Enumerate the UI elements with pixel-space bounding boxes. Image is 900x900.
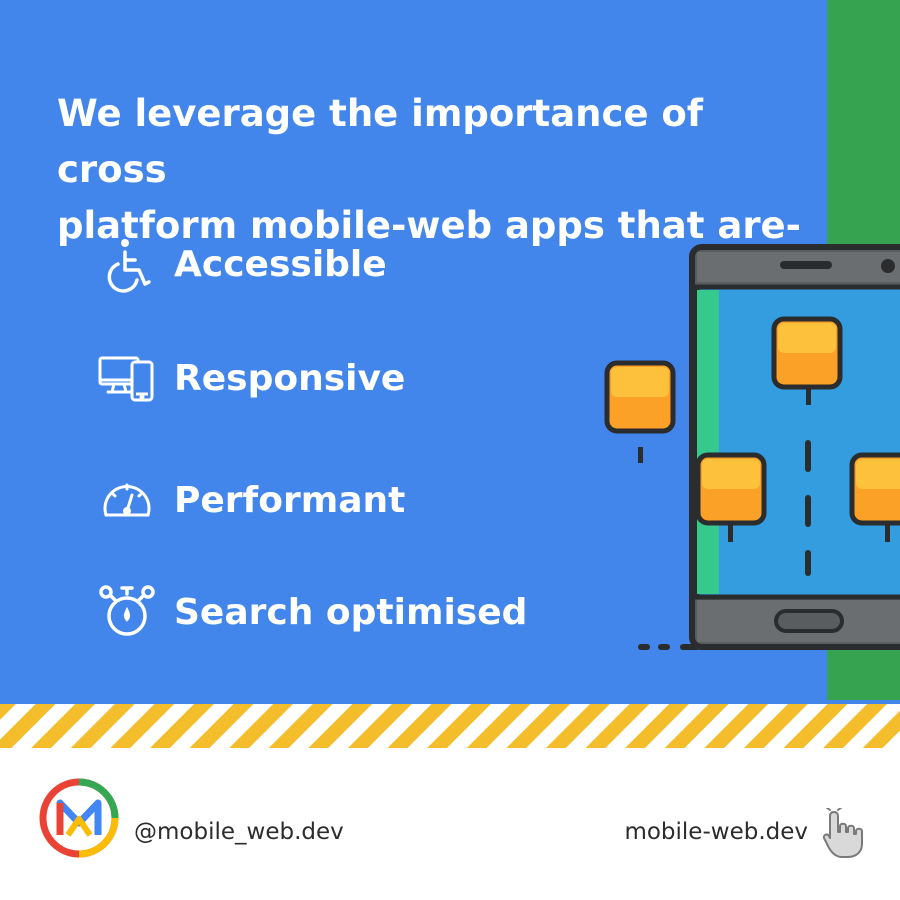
hand-pointer-icon bbox=[822, 808, 863, 858]
feature-responsive: Responsive bbox=[96, 348, 405, 408]
social-handle[interactable]: @mobile_web.dev bbox=[134, 819, 344, 845]
feature-label: Responsive bbox=[174, 357, 406, 399]
headline-line-1: We leverage the importance of cross bbox=[57, 92, 703, 191]
feature-label: Search optimised bbox=[174, 591, 528, 633]
feature-performant: Performant bbox=[96, 470, 405, 530]
feature-label: Accessible bbox=[174, 243, 387, 285]
feature-label: Performant bbox=[174, 479, 406, 521]
website-link[interactable]: mobile-web.dev bbox=[624, 819, 808, 845]
feature-accessible: Accessible bbox=[96, 234, 387, 294]
hazard-stripe-divider bbox=[0, 700, 900, 748]
smartphone-map-illustration bbox=[604, 244, 900, 650]
speedometer-icon bbox=[96, 470, 158, 530]
wheelchair-icon bbox=[96, 234, 158, 294]
headline: We leverage the importance of cross plat… bbox=[57, 86, 817, 254]
feature-search-optimised: Search optimised bbox=[96, 582, 527, 642]
footer: @mobile_web.dev mobile-web.dev bbox=[0, 748, 900, 900]
devices-icon bbox=[96, 348, 158, 408]
mobile-web-logo[interactable] bbox=[38, 777, 120, 859]
stopwatch-icon bbox=[96, 582, 158, 642]
hero-panel: We leverage the importance of cross plat… bbox=[0, 0, 900, 700]
